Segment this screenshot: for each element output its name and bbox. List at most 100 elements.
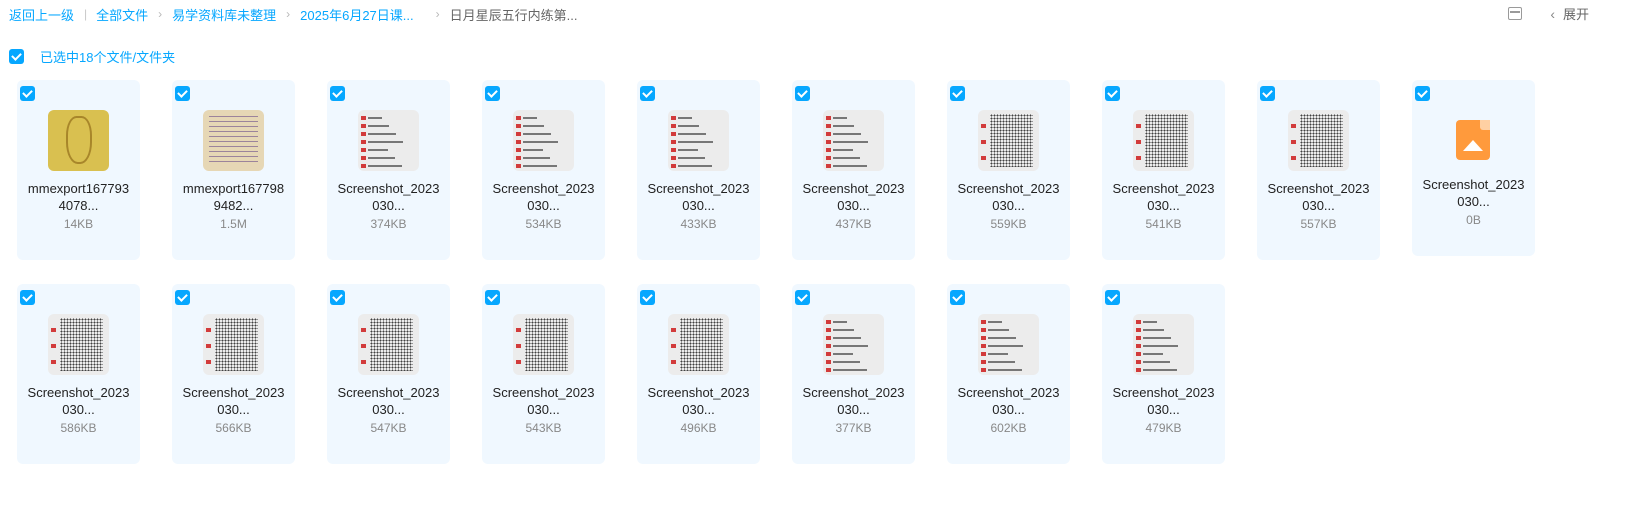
file-size: 586KB	[60, 421, 97, 435]
file-checkbox[interactable]	[1105, 290, 1120, 305]
file-name-line-2: 030...	[682, 198, 715, 213]
chevron-right-icon: ›	[158, 7, 163, 21]
file-checkbox[interactable]	[640, 290, 655, 305]
expand-button[interactable]: ‹ 展开	[1550, 4, 1589, 23]
file-name: Screenshot_2023 030...	[1102, 384, 1225, 418]
file-checkbox[interactable]	[950, 290, 965, 305]
file-name-line-2: 030...	[62, 402, 95, 417]
file-card[interactable]: Screenshot_2023 030... 433KB	[637, 80, 760, 260]
file-card[interactable]: Screenshot_2023 030... 541KB	[1102, 80, 1225, 260]
file-card[interactable]: Screenshot_2023 030... 586KB	[17, 284, 140, 464]
file-name-line-1: Screenshot_2023	[647, 181, 750, 196]
file-name-line-2: 030...	[837, 402, 870, 417]
file-name: Screenshot_2023 030...	[947, 384, 1070, 418]
file-checkbox[interactable]	[330, 86, 345, 101]
file-name-line-2: 030...	[1147, 402, 1180, 417]
file-checkbox[interactable]	[175, 86, 190, 101]
file-name-line-1: Screenshot_2023	[337, 181, 440, 196]
file-card[interactable]: Screenshot_2023 030... 543KB	[482, 284, 605, 464]
file-card[interactable]: Screenshot_2023 030... 374KB	[327, 80, 450, 260]
file-name: Screenshot_2023 030...	[482, 180, 605, 214]
file-card[interactable]: Screenshot_2023 030... 437KB	[792, 80, 915, 260]
file-name-line-1: Screenshot_2023	[1112, 181, 1215, 196]
back-link[interactable]: 返回上一级	[9, 5, 74, 24]
file-checkbox[interactable]	[175, 290, 190, 305]
file-name: mmexport167793 4078...	[17, 180, 140, 214]
file-card[interactable]: mmexport167798 9482... 1.5M	[172, 80, 295, 260]
file-card[interactable]: Screenshot_2023 030... 496KB	[637, 284, 760, 464]
file-size: 557KB	[1300, 217, 1337, 231]
file-checkbox[interactable]	[795, 86, 810, 101]
selection-bar: 已选中18个文件/文件夹	[9, 47, 175, 66]
file-card[interactable]: Screenshot_2023 030... 602KB	[947, 284, 1070, 464]
file-card[interactable]: Screenshot_2023 030... 377KB	[792, 284, 915, 464]
file-checkbox[interactable]	[485, 290, 500, 305]
file-name-line-1: Screenshot_2023	[802, 181, 905, 196]
file-name: Screenshot_2023 030...	[17, 384, 140, 418]
file-thumbnail	[203, 110, 264, 171]
file-card[interactable]: Screenshot_2023 030... 479KB	[1102, 284, 1225, 464]
file-card[interactable]: Screenshot_2023 030... 0B	[1412, 80, 1535, 256]
file-name: Screenshot_2023 030...	[172, 384, 295, 418]
file-thumbnail	[203, 314, 264, 375]
file-checkbox[interactable]	[1105, 86, 1120, 101]
file-checkbox[interactable]	[640, 86, 655, 101]
file-name-line-2: 4078...	[58, 198, 99, 213]
file-size: 541KB	[1145, 217, 1182, 231]
file-thumbnail	[1288, 110, 1349, 171]
file-name-line-1: Screenshot_2023	[957, 385, 1060, 400]
file-checkbox[interactable]	[1415, 86, 1430, 101]
file-thumbnail	[48, 314, 109, 375]
file-checkbox[interactable]	[485, 86, 500, 101]
selection-count-text: 已选中18个文件/文件夹	[40, 50, 176, 65]
breadcrumb-item-all-files[interactable]: 全部文件	[96, 5, 148, 24]
file-checkbox[interactable]	[330, 290, 345, 305]
view-controls: ‹ 展开	[1508, 4, 1589, 23]
file-size: 433KB	[680, 217, 717, 231]
file-name-line-1: Screenshot_2023	[1422, 177, 1525, 192]
file-card[interactable]: Screenshot_2023 030... 534KB	[482, 80, 605, 260]
file-checkbox[interactable]	[20, 290, 35, 305]
file-size: 479KB	[1145, 421, 1182, 435]
file-size: 437KB	[835, 217, 872, 231]
file-card[interactable]: Screenshot_2023 030... 559KB	[947, 80, 1070, 260]
file-checkbox[interactable]	[20, 86, 35, 101]
expand-label: 展开	[1562, 7, 1589, 22]
file-checkbox[interactable]	[950, 86, 965, 101]
file-checkbox[interactable]	[795, 290, 810, 305]
file-name: Screenshot_2023 030...	[482, 384, 605, 418]
select-all-checkbox[interactable]	[9, 49, 24, 64]
file-name: Screenshot_2023 030...	[792, 384, 915, 418]
breadcrumb-item-library[interactable]: 易学资料库未整理	[172, 5, 276, 24]
file-checkbox[interactable]	[1260, 86, 1275, 101]
file-thumbnail	[1133, 110, 1194, 171]
divider: |	[84, 7, 88, 21]
file-name-line-2: 030...	[372, 198, 405, 213]
file-thumbnail	[513, 110, 574, 171]
file-name-line-2: 030...	[372, 402, 405, 417]
file-size: 0B	[1466, 213, 1481, 227]
file-card[interactable]: mmexport167793 4078... 14KB	[17, 80, 140, 260]
file-name: Screenshot_2023 030...	[327, 180, 450, 214]
file-card[interactable]: Screenshot_2023 030... 557KB	[1257, 80, 1380, 260]
file-name-line-1: Screenshot_2023	[957, 181, 1060, 196]
file-name-line-2: 030...	[527, 198, 560, 213]
file-name: Screenshot_2023 030...	[1257, 180, 1380, 214]
file-card[interactable]: Screenshot_2023 030... 547KB	[327, 284, 450, 464]
file-name-line-2: 9482...	[213, 198, 254, 213]
chevron-right-icon: ›	[286, 7, 291, 21]
file-name: Screenshot_2023 030...	[637, 384, 760, 418]
file-thumbnail	[513, 314, 574, 375]
file-name-line-1: Screenshot_2023	[337, 385, 440, 400]
file-name-line-2: 030...	[1457, 194, 1490, 209]
file-name-line-2: 030...	[682, 402, 715, 417]
breadcrumb-item-course[interactable]: 2025年6月27日课...	[300, 5, 413, 24]
file-thumbnail	[1133, 314, 1194, 375]
file-card[interactable]: Screenshot_2023 030... 566KB	[172, 284, 295, 464]
file-grid: mmexport167793 4078... 14KB mmexport167798 9…	[17, 80, 1617, 464]
file-size: 547KB	[370, 421, 407, 435]
file-name-line-2: 030...	[1302, 198, 1335, 213]
file-thumbnail	[358, 314, 419, 375]
list-layout-icon[interactable]	[1508, 7, 1523, 20]
file-thumbnail	[978, 110, 1039, 171]
